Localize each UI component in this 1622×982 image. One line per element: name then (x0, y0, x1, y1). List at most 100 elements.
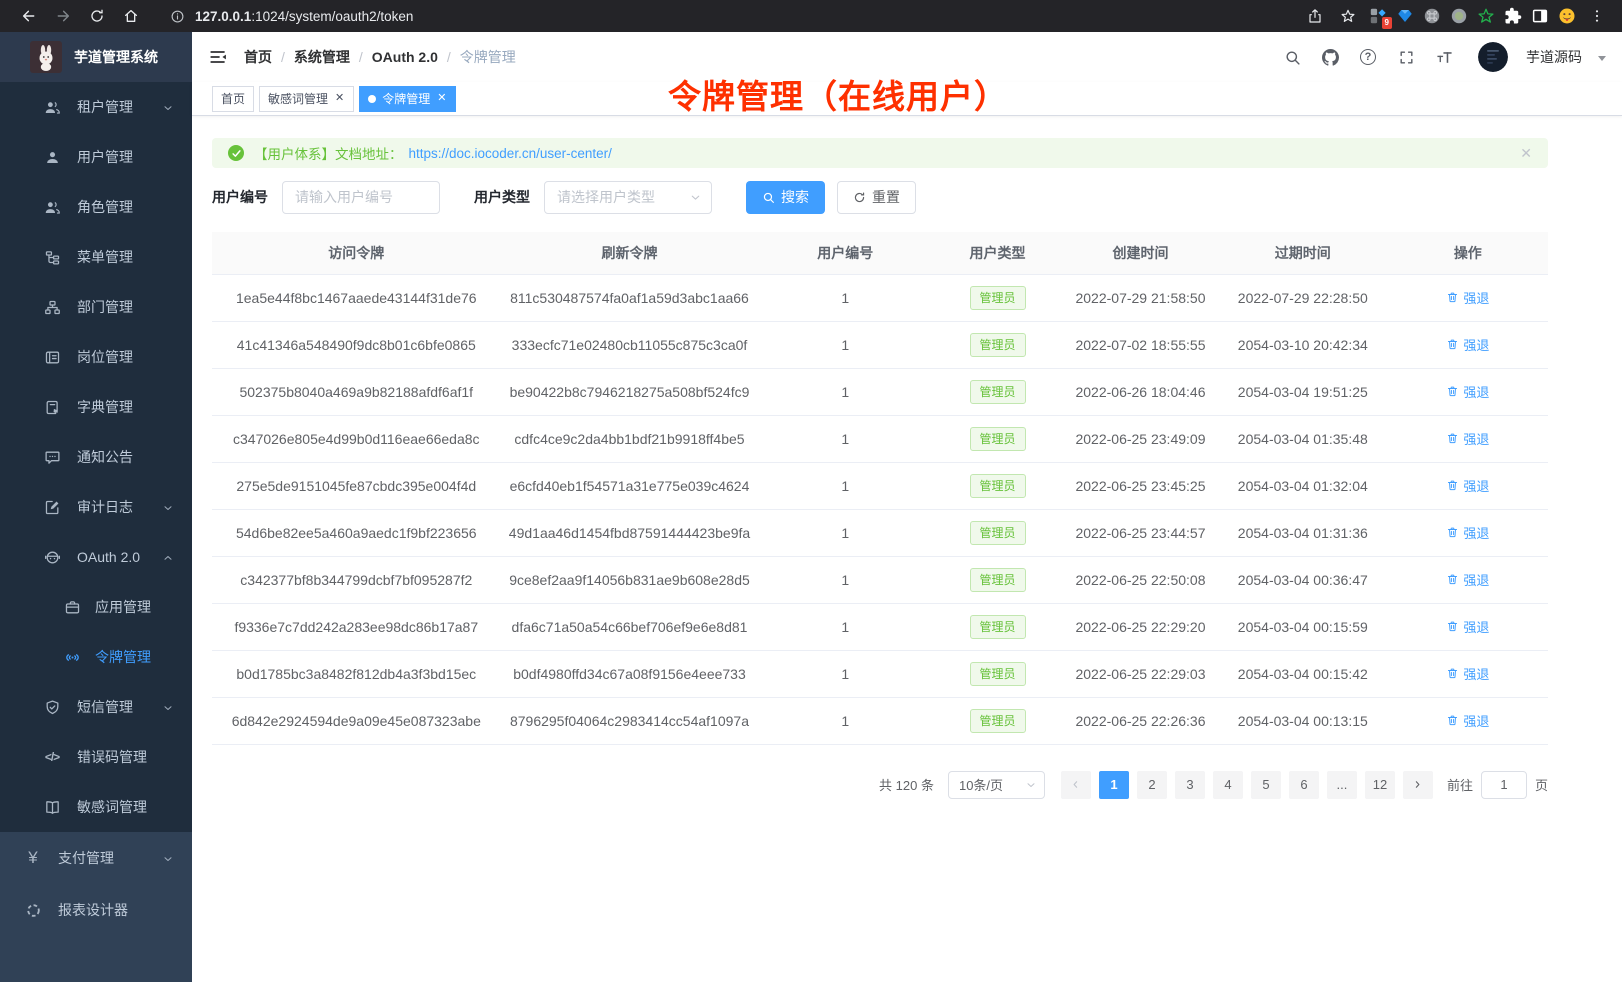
page-button-2[interactable]: 2 (1137, 771, 1167, 799)
breadcrumb-system[interactable]: 系统管理 (294, 47, 350, 67)
sidebar-item-user-management[interactable]: 用户管理 (0, 132, 192, 182)
sidebar-item-error-code-management[interactable]: </>错误码管理 (0, 732, 192, 782)
search-button[interactable]: 搜索 (746, 181, 825, 214)
url-text[interactable]: 127.0.0.1:1024/system/oauth2/token (195, 9, 413, 24)
force-logout-link[interactable]: 强退 (1446, 382, 1489, 401)
pagination: 共 120 条 10条/页 123456...12 前往 页 (212, 771, 1548, 799)
reset-button[interactable]: 重置 (837, 181, 916, 214)
column-header: 访问令牌 (212, 232, 501, 274)
force-logout-link[interactable]: 强退 (1446, 617, 1489, 636)
tab-2[interactable]: 敏感词管理 (259, 86, 354, 112)
table-body: 1ea5e44f8bc1467aaede43144f31de76811c5304… (212, 274, 1548, 744)
sidebar-item-post-management[interactable]: 岗位管理 (0, 332, 192, 382)
shield-icon (43, 698, 61, 716)
breadcrumb-current: 令牌管理 (460, 47, 516, 67)
sidebar-item-dict-management[interactable]: 字典管理 (0, 382, 192, 432)
sidebar-item-app-management[interactable]: 应用管理 (0, 582, 192, 632)
force-logout-link[interactable]: 强退 (1446, 476, 1489, 495)
sidebar-item-dept-management[interactable]: 部门管理 (0, 282, 192, 332)
hamburger-icon[interactable] (208, 47, 228, 67)
pager-ellipsis[interactable]: ... (1327, 771, 1357, 799)
address-bar[interactable]: 127.0.0.1:1024/system/oauth2/token (170, 9, 413, 24)
extension-circle-icon[interactable] (1449, 6, 1469, 26)
book-icon (43, 798, 61, 816)
column-header: 过期时间 (1218, 232, 1388, 274)
github-icon[interactable] (1320, 47, 1340, 67)
extension-cmd-icon[interactable] (1422, 6, 1442, 26)
cell-user-id: 1 (758, 697, 932, 744)
sidebar-item-label: 令牌管理 (95, 647, 151, 667)
cell-expire-time: 2054-03-04 01:35:48 (1218, 415, 1388, 462)
user-type-select[interactable]: 请选择用户类型 (544, 181, 712, 214)
close-icon[interactable] (334, 92, 345, 105)
robot-icon (43, 548, 61, 566)
browser-menu-icon[interactable] (1588, 7, 1606, 25)
cell-actions: 强退 (1388, 603, 1548, 650)
reload-icon[interactable] (88, 7, 106, 25)
extension-grid-icon[interactable]: 9 (1368, 6, 1388, 26)
sidebar-item-payment-management[interactable]: ¥支付管理 (0, 832, 192, 884)
force-logout-link[interactable]: 强退 (1446, 429, 1489, 448)
back-icon[interactable] (20, 7, 38, 25)
close-icon[interactable] (436, 92, 447, 105)
tree-icon (43, 248, 61, 266)
profile-avatar[interactable] (1557, 6, 1577, 26)
sidebar-item-role-management[interactable]: 角色管理 (0, 182, 192, 232)
user-type-badge: 管理员 (970, 662, 1026, 686)
force-logout-link[interactable]: 强退 (1446, 288, 1489, 307)
alert-link[interactable]: https://doc.iocoder.cn/user-center/ (409, 146, 612, 161)
sidebar-item-sms-management[interactable]: 短信管理 (0, 682, 192, 732)
force-logout-link[interactable]: 强退 (1446, 711, 1489, 730)
total-count: 共 120 条 (879, 775, 934, 794)
help-icon[interactable] (1358, 47, 1378, 67)
user-id-input[interactable] (282, 181, 440, 214)
breadcrumb-oauth2[interactable]: OAuth 2.0 (372, 49, 438, 65)
site-info-icon[interactable] (170, 9, 185, 24)
close-icon[interactable] (1520, 145, 1532, 162)
extension-star-icon[interactable] (1476, 6, 1496, 26)
forward-icon[interactable] (54, 7, 72, 25)
page-size-select[interactable]: 10条/页 (948, 771, 1045, 799)
page-button-5[interactable]: 5 (1251, 771, 1281, 799)
cell-created-time: 2022-07-29 21:58:50 (1063, 274, 1218, 321)
sidebar-logo[interactable]: 芋道管理系统 (0, 32, 192, 82)
page-button-1[interactable]: 1 (1099, 771, 1129, 799)
username[interactable]: 芋道源码 (1526, 47, 1582, 67)
home-icon[interactable] (122, 7, 140, 25)
font-size-icon[interactable] (1434, 47, 1454, 67)
sidebar-item-report-designer[interactable]: 报表设计器 (0, 884, 192, 936)
share-icon[interactable] (1306, 7, 1324, 25)
extensions-puzzle-icon[interactable] (1503, 6, 1523, 26)
sidebar-item-token-management[interactable]: 令牌管理 (0, 632, 192, 682)
page-button-4[interactable]: 4 (1213, 771, 1243, 799)
force-logout-link[interactable]: 强退 (1446, 570, 1489, 589)
force-logout-link[interactable]: 强退 (1446, 523, 1489, 542)
page-button-12[interactable]: 12 (1365, 771, 1395, 799)
tab-1[interactable]: 首页 (212, 86, 254, 112)
sidebar-item-tenant-management[interactable]: 租户管理 (0, 82, 192, 132)
user-avatar[interactable] (1478, 42, 1508, 72)
sidebar-item-notice-announcement[interactable]: 通知公告 (0, 432, 192, 482)
page-button-6[interactable]: 6 (1289, 771, 1319, 799)
sidebar-item-label: 租户管理 (77, 97, 133, 117)
bookmark-star-icon[interactable] (1339, 7, 1357, 25)
goto-page-input[interactable] (1481, 771, 1527, 799)
side-panel-icon[interactable] (1530, 6, 1550, 26)
breadcrumb-home[interactable]: 首页 (244, 47, 272, 67)
force-logout-link[interactable]: 强退 (1446, 664, 1489, 683)
search-icon[interactable] (1282, 47, 1302, 67)
sidebar-item-menu-management[interactable]: 菜单管理 (0, 232, 192, 282)
tab-3[interactable]: 令牌管理 (359, 86, 456, 112)
cell-created-time: 2022-06-25 22:29:03 (1063, 650, 1218, 697)
sidebar-item-audit-log[interactable]: 审计日志 (0, 482, 192, 532)
pager-next-button[interactable] (1403, 771, 1433, 799)
caret-down-icon[interactable] (1598, 56, 1606, 61)
force-logout-link[interactable]: 强退 (1446, 335, 1489, 354)
sidebar-item-oauth2[interactable]: OAuth 2.0 (0, 532, 192, 582)
extension-gem-icon[interactable] (1395, 6, 1415, 26)
sidebar-item-sensitive-word-management[interactable]: 敏感词管理 (0, 782, 192, 832)
idcard-icon (43, 348, 61, 366)
page-button-3[interactable]: 3 (1175, 771, 1205, 799)
fullscreen-icon[interactable] (1396, 47, 1416, 67)
pager-prev-button[interactable] (1061, 771, 1091, 799)
